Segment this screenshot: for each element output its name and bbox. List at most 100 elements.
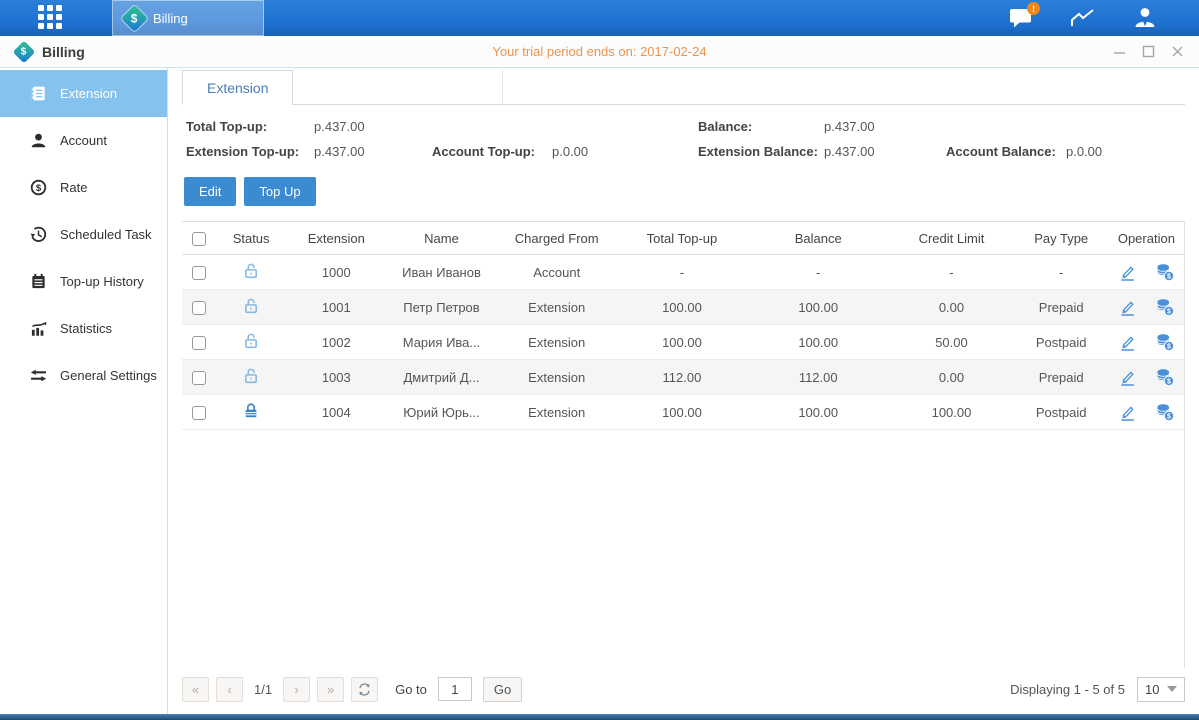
topup-icon[interactable]: $ [1155,367,1175,387]
charged-from-cell: Extension [497,325,617,360]
maximize-icon[interactable] [1141,44,1156,59]
sidebar-item-label: Extension [60,86,117,101]
name-cell: Иван Иванов [386,255,496,290]
summary-panel: Total Top-up: p.437.00 Balance: p.437.00… [182,119,1185,159]
charged-from-cell: Extension [497,360,617,395]
sidebar-item-rate[interactable]: $ Rate [0,164,167,211]
billing-app-icon: $ [121,5,148,32]
scheduled-task-icon [30,226,47,243]
edit-icon[interactable] [1118,333,1137,352]
app-grid-icon[interactable] [38,5,64,31]
col-extension: Extension [286,222,386,255]
table-row[interactable]: 1003 Дмитрий Д... Extension 112.00 112.0… [182,360,1184,395]
credit-limit-cell: 100.00 [889,395,1013,430]
sidebar-item-label: Top-up History [60,274,144,289]
prev-page-button[interactable]: ‹ [216,677,243,702]
user-icon[interactable] [1131,5,1159,31]
last-page-button[interactable]: » [317,677,344,702]
charged-from-cell: Extension [497,290,617,325]
top-up-button[interactable]: Top Up [244,177,315,206]
unlocked-icon [242,262,260,280]
balance-cell: 112.00 [747,360,889,395]
page-info: 1/1 [254,682,272,697]
sidebar-item-extension[interactable]: Extension [0,70,167,117]
table-row[interactable]: 1000 Иван Иванов Account - - - - [182,255,1184,290]
refresh-button[interactable] [351,677,378,702]
reports-icon[interactable] [1069,5,1097,31]
page-size-select[interactable]: 10 [1137,677,1185,702]
trial-notice: Your trial period ends on: 2017-02-24 [0,44,1199,59]
sidebar-item-scheduled-task[interactable]: Scheduled Task [0,211,167,258]
col-charged-from: Charged From [497,222,617,255]
row-checkbox[interactable] [192,406,206,420]
extension-cell: 1001 [286,290,386,325]
table-row[interactable]: 1004 Юрий Юрь... Extension 100.00 100.00… [182,395,1184,430]
row-checkbox[interactable] [192,266,206,280]
status-lock-icon [242,338,260,353]
window-bottom-edge [0,714,1199,720]
tab-strip-spacer [293,70,503,104]
locked-icon [242,402,260,420]
balance-label: Balance: [698,119,824,134]
window-titlebar: $ Billing Your trial period ends on: 201… [0,36,1199,68]
unlocked-icon [242,367,260,385]
go-button[interactable]: Go [483,677,522,702]
status-lock-icon [242,408,260,423]
total-topup-label: Total Top-up: [186,119,314,134]
sidebar-item-statistics[interactable]: Statistics [0,305,167,352]
account-topup-label: Account Top-up: [432,144,552,159]
sidebar-item-label: Account [60,133,107,148]
sidebar-item-label: Rate [60,180,87,195]
goto-page-input[interactable] [438,677,472,701]
sidebar-item-account[interactable]: Account [0,117,167,164]
status-lock-icon [242,303,260,318]
col-balance: Balance [747,222,889,255]
select-all-checkbox[interactable] [192,232,206,246]
tab-extension[interactable]: Extension [182,70,293,105]
edit-icon[interactable] [1118,263,1137,282]
col-credit-limit: Credit Limit [889,222,1013,255]
main-content: Extension Total Top-up: p.437.00 Balance… [168,68,1199,714]
svg-text:$: $ [1167,378,1171,385]
topup-icon[interactable]: $ [1155,262,1175,282]
tab-strip: Extension [182,70,1185,105]
minimize-icon[interactable] [1112,44,1127,59]
table-row[interactable]: 1002 Мария Ива... Extension 100.00 100.0… [182,325,1184,360]
table-header-row: Status Extension Name Charged From Total… [182,222,1184,255]
status-lock-icon [242,373,260,388]
row-checkbox[interactable] [192,371,206,385]
extension-cell: 1000 [286,255,386,290]
taskbar-item-billing[interactable]: $ Billing [112,0,264,36]
row-checkbox[interactable] [192,336,206,350]
edit-icon[interactable] [1118,368,1137,387]
edit-button[interactable]: Edit [184,177,236,206]
close-icon[interactable] [1170,44,1185,59]
page-size-value: 10 [1145,682,1159,697]
next-page-button[interactable]: › [283,677,310,702]
extension-table: Status Extension Name Charged From Total… [182,221,1184,430]
sidebar-item-general-settings[interactable]: General Settings [0,352,167,399]
goto-label: Go to [395,682,427,697]
action-buttons: Edit Top Up [182,177,1185,206]
charged-from-cell: Account [497,255,617,290]
sidebar-item-topup-history[interactable]: Top-up History [0,258,167,305]
topup-icon[interactable]: $ [1155,402,1175,422]
topup-icon[interactable]: $ [1155,297,1175,317]
name-cell: Юрий Юрь... [386,395,496,430]
person-icon [1133,6,1157,30]
table-row[interactable]: 1001 Петр Петров Extension 100.00 100.00… [182,290,1184,325]
status-lock-icon [242,268,260,283]
col-total-topup: Total Top-up [617,222,747,255]
topup-icon[interactable]: $ [1155,332,1175,352]
topbar-right: ! [1007,0,1159,36]
total-topup-cell: 100.00 [617,395,747,430]
edit-icon[interactable] [1118,403,1137,422]
first-page-button[interactable]: « [182,677,209,702]
edit-icon[interactable] [1118,298,1137,317]
row-checkbox[interactable] [192,301,206,315]
messages-icon[interactable]: ! [1007,5,1035,31]
window-controls [1112,44,1185,59]
billing-window-icon: $ [13,40,36,63]
pay-type-cell: Prepaid [1014,360,1109,395]
sidebar-item-label: Statistics [60,321,112,336]
